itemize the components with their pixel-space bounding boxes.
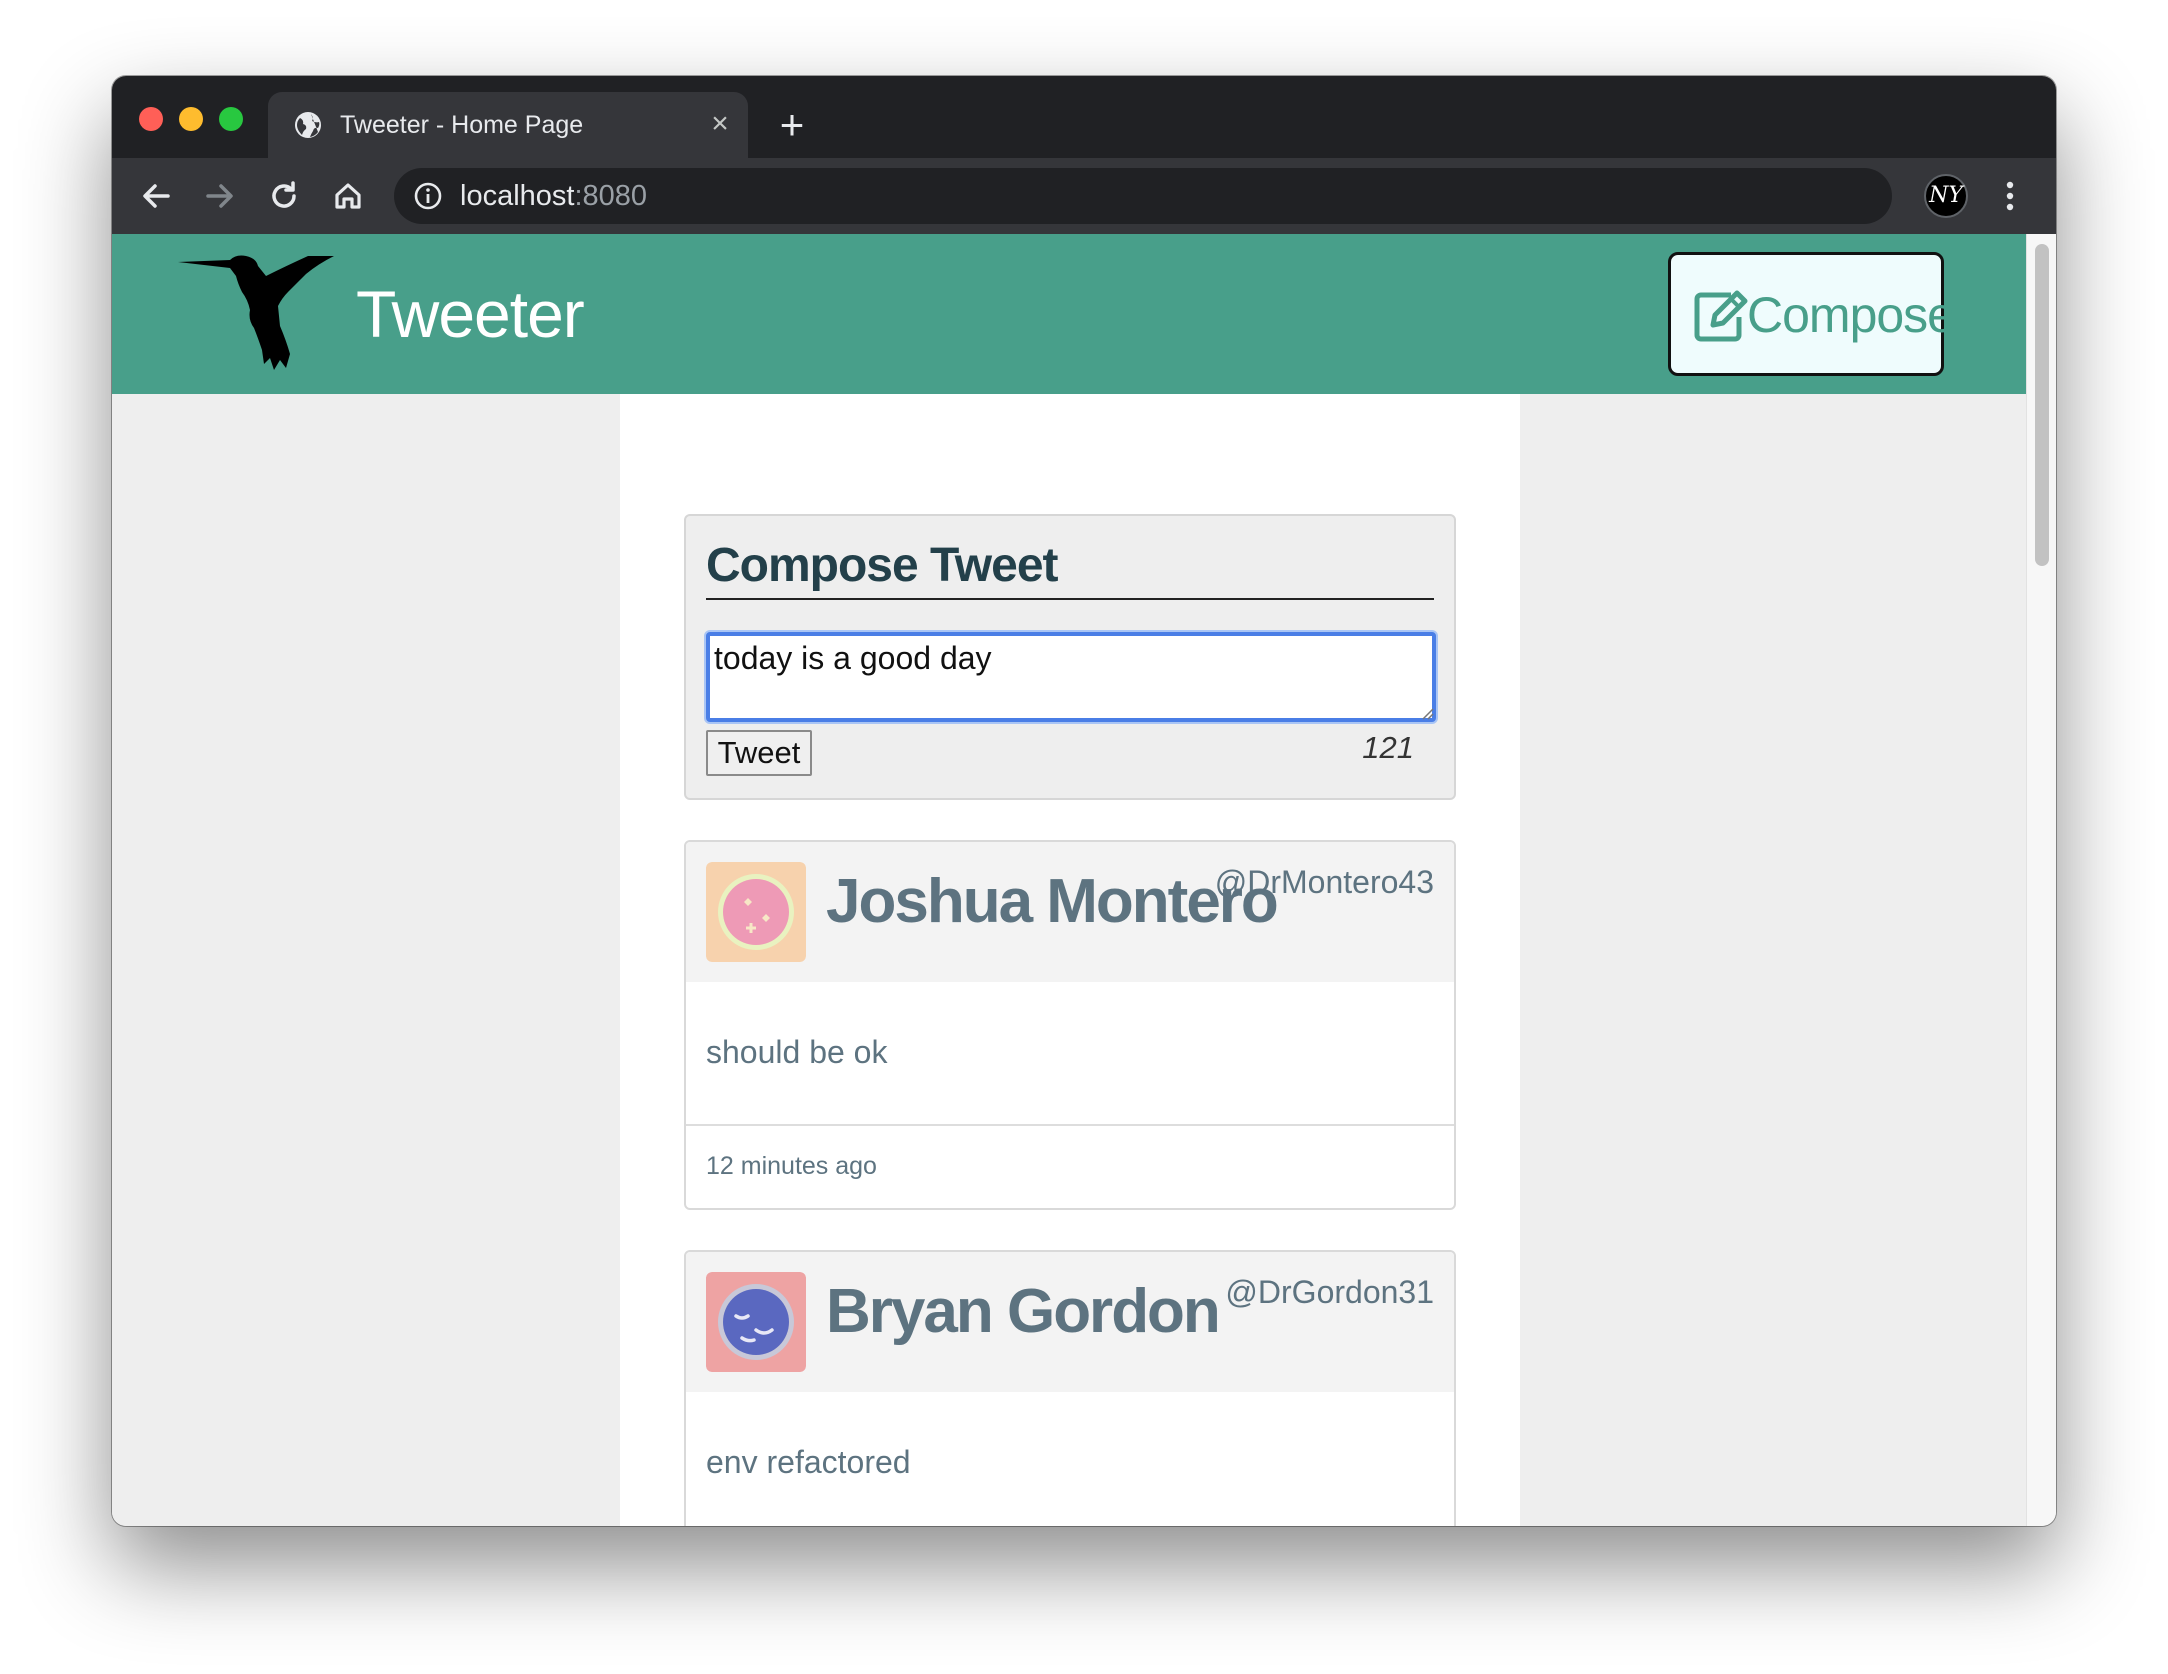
back-arrow-icon[interactable] — [132, 172, 180, 220]
tweet-header: Bryan Gordon @DrGordon31 — [686, 1252, 1454, 1392]
profile-avatar[interactable]: NY — [1924, 174, 1968, 218]
scrollbar-thumb[interactable] — [2035, 244, 2049, 566]
tweet-textarea[interactable]: today is a good day — [706, 632, 1436, 722]
maximize-window-button[interactable] — [219, 107, 243, 131]
tweet-timestamp: 12 minutes ago — [706, 1152, 877, 1180]
tweet-content: should be ok — [706, 1034, 888, 1070]
close-icon[interactable]: × — [704, 108, 736, 140]
url-host: localhost — [460, 180, 575, 212]
page-viewport: Tweeter Compose Compose Tweet today is a… — [112, 234, 2026, 1526]
forward-arrow-icon[interactable] — [196, 172, 244, 220]
tweet-header: Joshua Montero @DrMontero43 — [686, 842, 1454, 982]
compose-label: Compose — [1747, 287, 1955, 343]
compose-title: Compose Tweet — [706, 536, 1434, 600]
browser-toolbar: localhost:8080 NY — [112, 158, 2056, 234]
user-name: Joshua Montero — [826, 867, 1279, 936]
user-avatar — [706, 862, 806, 962]
user-name: Bryan Gordon — [826, 1277, 1221, 1346]
url-text: localhost:8080 — [460, 179, 647, 213]
site-header: Tweeter Compose — [112, 234, 2026, 394]
more-vert-icon[interactable] — [1992, 176, 2028, 216]
char-counter: 121 — [1362, 730, 1414, 765]
browser-window: Tweeter - Home Page × + localhost:8080 N… — [112, 76, 2056, 1526]
new-tweet-form: Compose Tweet today is a good day Tweet … — [684, 514, 1456, 800]
compose-button[interactable]: Compose — [1668, 252, 1955, 376]
browser-tab[interactable]: Tweeter - Home Page × — [268, 92, 748, 158]
tweet-submit-button[interactable]: Tweet — [706, 730, 812, 776]
tweet-card: Joshua Montero @DrMontero43 should be ok… — [684, 840, 1456, 1210]
minimize-window-button[interactable] — [179, 107, 203, 131]
close-window-button[interactable] — [139, 107, 163, 131]
home-icon[interactable] — [324, 172, 372, 220]
tweet-content: env refactored — [706, 1444, 911, 1480]
resize-grip-icon[interactable] — [1418, 704, 1434, 720]
url-port: :8080 — [574, 180, 648, 212]
info-icon[interactable] — [412, 180, 444, 212]
user-handle: @DrGordon31 — [1225, 1274, 1434, 1310]
hummingbird-logo — [178, 255, 334, 370]
globe-icon — [295, 112, 321, 138]
main-container: Compose Tweet today is a good day Tweet … — [620, 394, 1520, 1526]
tab-title: Tweeter - Home Page — [340, 111, 584, 139]
brand-title: Tweeter — [356, 277, 585, 351]
tweet-footer: 12 minutes ago — [686, 1124, 1454, 1208]
tab-bar: Tweeter - Home Page × + — [112, 76, 2056, 158]
plus-icon[interactable]: + — [772, 104, 812, 146]
user-avatar — [706, 1272, 806, 1372]
address-bar[interactable]: localhost:8080 — [394, 168, 1892, 224]
edit-icon — [1694, 290, 1748, 342]
reload-icon[interactable] — [260, 172, 308, 220]
user-handle: @DrMontero43 — [1214, 864, 1434, 900]
page-scrollbar[interactable] — [2026, 234, 2056, 1526]
tweet-card: Bryan Gordon @DrGordon31 env refactored — [684, 1250, 1456, 1526]
